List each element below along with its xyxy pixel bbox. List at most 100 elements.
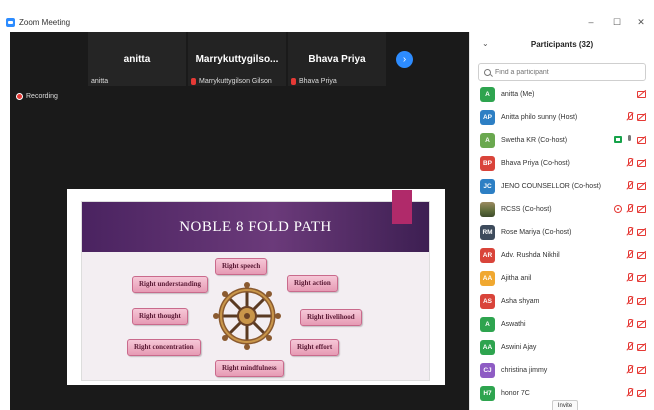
participant-status-icons xyxy=(634,89,646,98)
participant-status-icons xyxy=(622,181,646,190)
avatar: A xyxy=(480,317,495,332)
tile-caption-text: Marrykuttygilson Gilson xyxy=(199,78,272,85)
participant-status-icons xyxy=(611,135,646,144)
avatar: A xyxy=(480,133,495,148)
mic-muted-icon xyxy=(625,250,634,259)
participant-name: Asha shyam xyxy=(501,298,540,305)
recording-indicator: Recording xyxy=(16,93,58,100)
avatar: AA xyxy=(480,271,495,286)
screen-share-icon xyxy=(614,136,622,143)
slide-item: Right livelihood xyxy=(300,309,362,326)
participants-title: Participants (32) xyxy=(530,40,594,49)
participant-name: RCSS (Co-host) xyxy=(501,206,552,213)
tile-caption-text: anitta xyxy=(91,78,109,85)
slide-item: Right understanding xyxy=(132,276,209,293)
participant-row[interactable]: JC JENO COUNSELLOR (Co-host) xyxy=(470,175,654,198)
participant-status-icons xyxy=(622,112,646,121)
participant-status-icons xyxy=(622,342,646,351)
participant-status-icons xyxy=(622,250,646,259)
video-off-icon xyxy=(637,204,646,213)
avatar: AR xyxy=(480,248,495,263)
participant-status-icons xyxy=(622,227,646,236)
participant-row[interactable]: Aanitta (Me) xyxy=(470,83,654,106)
search-input[interactable] xyxy=(495,68,635,76)
slide-item: Right action xyxy=(287,275,338,292)
invite-button[interactable]: Invite xyxy=(552,400,578,410)
zoom-logo-icon xyxy=(6,17,15,27)
mic-muted-icon xyxy=(625,365,634,374)
participant-list: Aanitta (Me) AP Anitta philo sunny (Host) A… xyxy=(470,83,654,405)
avatar: AP xyxy=(480,110,495,125)
slide-item: Right thought xyxy=(132,308,188,325)
minimize-button[interactable]: – xyxy=(578,12,604,32)
maximize-button[interactable]: ☐ xyxy=(604,12,630,32)
tile-caption: anitta xyxy=(91,78,108,85)
recording-label: Recording xyxy=(26,93,58,100)
participant-row[interactable]: AR Adv. Rushda Nikhil xyxy=(470,244,654,267)
mic-muted-icon xyxy=(625,319,634,328)
participant-name: anitta (Me) xyxy=(501,91,535,98)
participant-row[interactable]: AS Asha shyam xyxy=(470,290,654,313)
mic-muted-icon xyxy=(625,181,634,190)
video-off-icon xyxy=(637,273,646,282)
slide-banner: NOBLE 8 FOLD PATH xyxy=(82,202,429,252)
mic-muted-icon xyxy=(625,204,634,213)
video-off-icon xyxy=(637,296,646,305)
slide-item: Right speech xyxy=(215,258,268,275)
participants-header: ⌄ Participants (32) xyxy=(470,32,654,58)
video-off-icon xyxy=(637,365,646,374)
participant-row[interactable]: AA Aswini Ajay xyxy=(470,336,654,359)
tile-caption: Bhava Priya xyxy=(291,78,337,85)
avatar: CJ xyxy=(480,363,495,378)
slide-accent-tab xyxy=(392,190,412,224)
participant-row[interactable]: A Aswathi xyxy=(470,313,654,336)
participant-row[interactable]: RCSS (Co-host) xyxy=(470,198,654,221)
video-off-icon xyxy=(637,388,646,397)
participant-status-icons xyxy=(622,388,646,397)
participant-row[interactable]: BP Bhava Priya (Co-host) xyxy=(470,152,654,175)
participant-row[interactable]: RM Rose Mariya (Co-host) xyxy=(470,221,654,244)
video-off-icon xyxy=(637,181,646,190)
avatar: RM xyxy=(480,225,495,240)
video-tile[interactable]: Marrykuttygilso... Marrykuttygilson Gils… xyxy=(188,32,286,86)
mic-muted-icon xyxy=(625,112,634,121)
avatar: A xyxy=(480,87,495,102)
mic-muted-icon xyxy=(625,342,634,351)
mic-muted-icon xyxy=(625,296,634,305)
participant-name: Ajitha anil xyxy=(501,275,532,282)
participant-row[interactable]: AP Anitta philo sunny (Host) xyxy=(470,106,654,129)
participant-status-icons xyxy=(622,158,646,167)
tile-caption: Marrykuttygilson Gilson xyxy=(191,78,272,85)
participant-name: Swetha KR (Co-host) xyxy=(501,137,568,144)
tile-name: anitta xyxy=(123,54,151,65)
participant-name: christina jimmy xyxy=(501,367,548,374)
participant-status-icons xyxy=(611,204,646,213)
mic-muted-icon xyxy=(625,388,634,397)
mic-muted-icon xyxy=(625,227,634,236)
participant-status-icons xyxy=(622,273,646,282)
video-tile[interactable]: Bhava Priya Bhava Priya xyxy=(288,32,386,86)
close-button[interactable]: ✕ xyxy=(628,12,654,32)
participant-row[interactable]: CJ christina jimmy xyxy=(470,359,654,382)
participant-status-icons xyxy=(622,296,646,305)
participant-status-icons xyxy=(622,365,646,374)
video-tile[interactable]: anitta anitta xyxy=(88,32,186,86)
next-page-button[interactable]: › xyxy=(396,51,413,68)
slide-item: Right effort xyxy=(290,339,340,356)
participant-name: Bhava Priya (Co-host) xyxy=(501,160,570,167)
video-off-icon xyxy=(637,135,646,144)
presentation-slide: NOBLE 8 FOLD PATH Right speech Right und… xyxy=(81,190,430,381)
participant-row[interactable]: A Swetha KR (Co-host) xyxy=(470,129,654,152)
slide-title: NOBLE 8 FOLD PATH xyxy=(179,219,332,235)
window-title: Zoom Meeting xyxy=(19,17,71,27)
shared-screen: NOBLE 8 FOLD PATH Right speech Right und… xyxy=(67,189,445,385)
tile-name: Bhava Priya xyxy=(308,54,366,65)
participant-search[interactable] xyxy=(478,63,646,81)
participant-row[interactable]: AA Ajitha anil xyxy=(470,267,654,290)
video-off-icon xyxy=(637,158,646,167)
participant-status-icons xyxy=(622,319,646,328)
video-off-icon xyxy=(637,89,646,98)
video-off-icon xyxy=(637,227,646,236)
participant-name: honor 7C xyxy=(501,390,530,397)
avatar: AA xyxy=(480,340,495,355)
